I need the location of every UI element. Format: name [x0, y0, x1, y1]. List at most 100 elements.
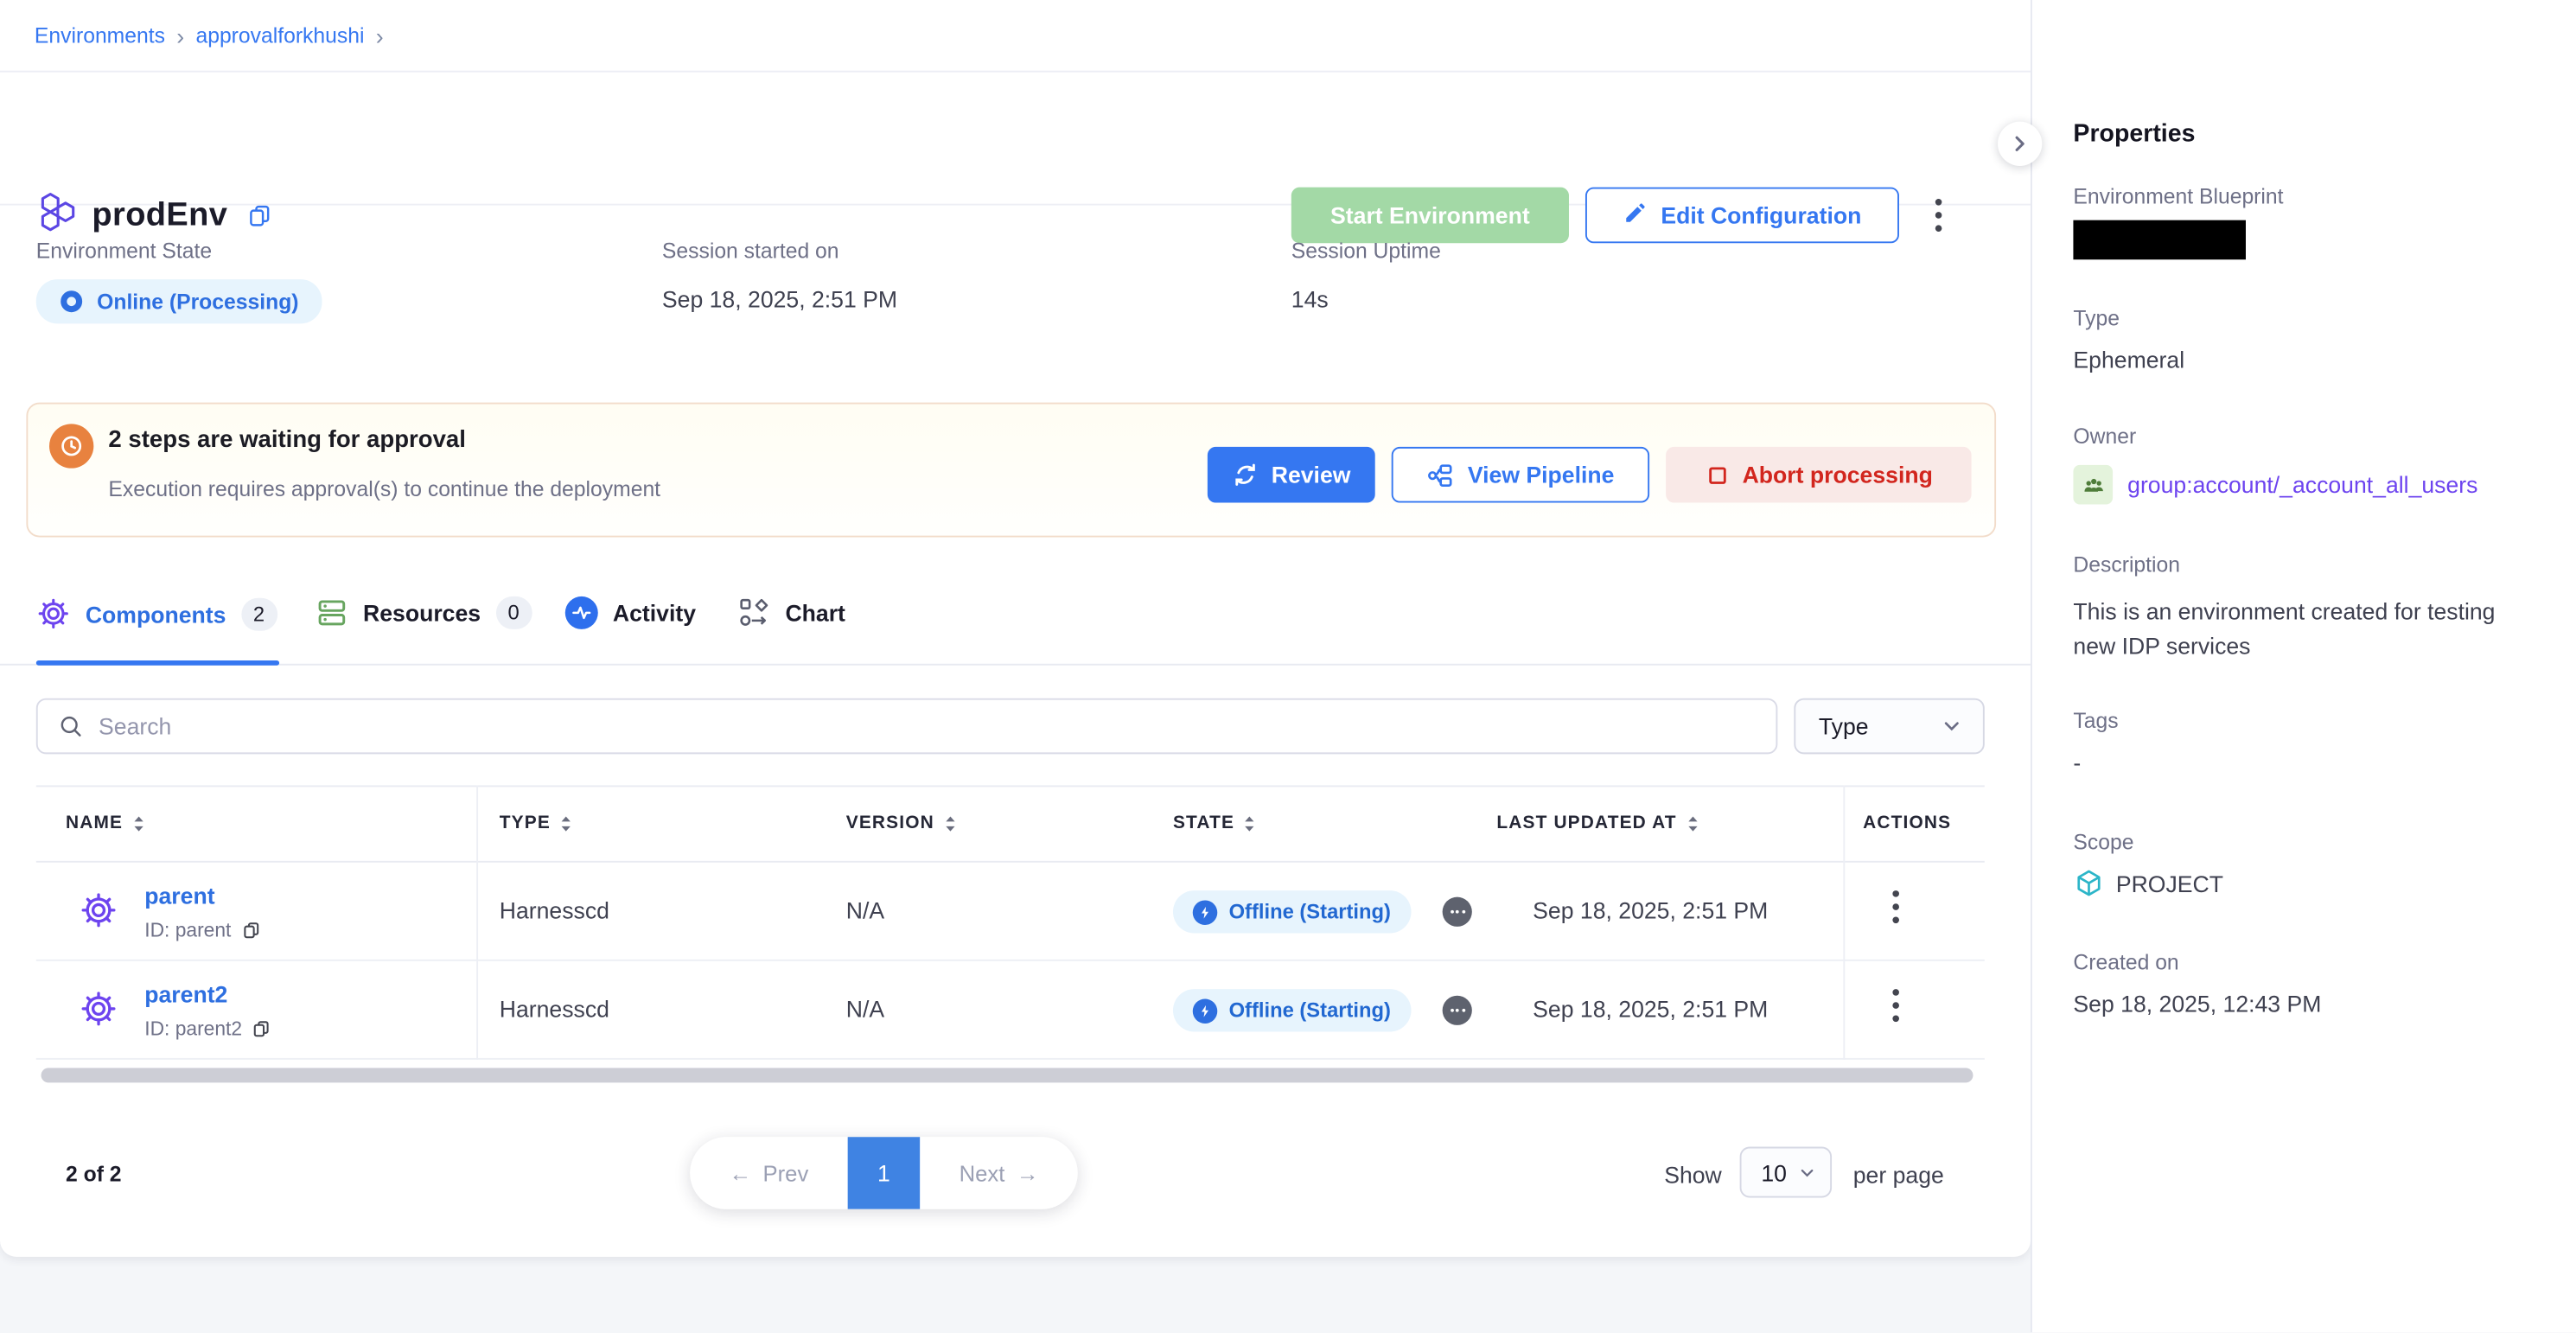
activity-pulse-icon — [565, 596, 598, 629]
session-started-value: Sep 18, 2025, 2:51 PM — [662, 286, 897, 312]
search-icon — [58, 713, 84, 739]
edit-configuration-label: Edit Configuration — [1661, 202, 1861, 228]
table-header-row: NAME TYPE VERSION STATE LAST UPDATED AT — [36, 785, 1985, 862]
environment-state-value: Online (Processing) — [97, 289, 298, 314]
column-label: TYPE — [500, 813, 551, 833]
page-header: prodEnv Start Environment Edit Configura… — [0, 73, 2031, 206]
column-header-state[interactable]: STATE — [1173, 813, 1258, 833]
header-more-options-button[interactable] — [1935, 199, 1942, 232]
tab-resources-label: Resources — [363, 600, 481, 626]
components-count-badge: 2 — [241, 597, 277, 630]
component-name-link[interactable]: parent2 — [144, 981, 227, 1007]
refresh-icon — [1232, 462, 1258, 488]
copy-title-icon[interactable] — [246, 202, 272, 228]
breadcrumb-separator-icon: › — [176, 22, 184, 48]
row-more-options-button[interactable] — [1892, 989, 1899, 1022]
properties-heading: Properties — [2073, 120, 2195, 148]
type-value: Ephemeral — [2073, 347, 2184, 373]
chevron-right-icon — [2007, 131, 2032, 156]
column-header-name[interactable]: NAME — [66, 813, 146, 833]
row-more-options-button[interactable] — [1892, 890, 1899, 923]
server-icon — [316, 596, 348, 629]
page-title: prodEnv — [92, 197, 227, 235]
breadcrumb-separator-icon: › — [376, 22, 384, 48]
gear-icon — [79, 890, 118, 938]
column-header-actions: ACTIONS — [1863, 813, 1951, 833]
column-header-last-updated[interactable]: LAST UPDATED AT — [1496, 813, 1699, 833]
type-filter-label: Type — [1819, 713, 1869, 739]
stop-square-icon — [1705, 462, 1730, 488]
search-box — [36, 698, 1778, 755]
prev-page-button[interactable]: ← Prev — [690, 1137, 847, 1209]
review-button[interactable]: Review — [1208, 447, 1375, 503]
component-name-link[interactable]: parent — [144, 883, 214, 909]
view-pipeline-button[interactable]: View Pipeline — [1392, 447, 1649, 503]
pagination-pill: ← Prev 1 Next → — [690, 1137, 1078, 1209]
column-header-type[interactable]: TYPE — [500, 813, 574, 833]
tab-activity-label: Activity — [613, 600, 696, 626]
tab-components[interactable]: Components 2 — [36, 596, 277, 631]
sort-icon — [131, 814, 146, 832]
abort-processing-label: Abort processing — [1743, 462, 1933, 488]
state-badge-label: Offline (Starting) — [1229, 999, 1391, 1023]
start-environment-button[interactable]: Start Environment — [1291, 188, 1569, 244]
tab-activity[interactable]: Activity — [565, 596, 696, 629]
session-started-label: Session started on — [662, 239, 839, 264]
pencil-icon — [1623, 201, 1648, 230]
type-filter-dropdown[interactable]: Type — [1794, 698, 1984, 755]
type-label: Type — [2073, 305, 2120, 330]
sort-icon — [1243, 814, 1258, 832]
workflow-icon — [737, 596, 770, 629]
owner-group-link[interactable]: group:account/_account_all_users — [2127, 471, 2477, 497]
column-header-version[interactable]: VERSION — [846, 813, 958, 833]
edit-configuration-button[interactable]: Edit Configuration — [1585, 188, 1899, 244]
copy-id-icon[interactable] — [241, 920, 261, 940]
component-version: N/A — [846, 996, 884, 1022]
copy-id-icon[interactable] — [252, 1018, 271, 1038]
group-icon — [2073, 465, 2113, 505]
properties-panel: Properties Environment Blueprint Type Ep… — [2031, 0, 2576, 1332]
show-label: Show — [1664, 1162, 1722, 1188]
tab-chart[interactable]: Chart — [737, 596, 845, 629]
breadcrumb-project[interactable]: approvalforkhushi — [195, 23, 364, 48]
session-uptime-value: 14s — [1291, 286, 1329, 312]
chevron-down-icon — [1797, 1163, 1817, 1183]
scope-value: PROJECT — [2116, 870, 2223, 896]
breadcrumb-environments[interactable]: Environments — [35, 23, 165, 48]
tab-chart-label: Chart — [785, 600, 845, 626]
state-badge-label: Offline (Starting) — [1229, 900, 1391, 923]
active-tab-indicator — [36, 660, 279, 666]
session-uptime-label: Session Uptime — [1291, 239, 1441, 264]
scope-label: Scope — [2073, 830, 2133, 855]
tab-resources[interactable]: Resources 0 — [316, 596, 532, 629]
next-page-button[interactable]: Next → — [920, 1137, 1077, 1209]
search-input[interactable] — [99, 713, 1757, 739]
page-size-value: 10 — [1761, 1159, 1787, 1185]
state-badge: Offline (Starting) — [1173, 890, 1411, 933]
component-id: ID: parent2 — [144, 1017, 271, 1040]
per-page-label: per page — [1853, 1162, 1944, 1188]
arrow-left-icon: ← — [730, 1161, 752, 1186]
pagination-summary: 2 of 2 — [66, 1162, 122, 1187]
environment-hexagon-icon — [36, 190, 79, 241]
lightning-icon — [1193, 900, 1218, 925]
column-label: LAST UPDATED AT — [1496, 813, 1676, 833]
tags-value: - — [2073, 749, 2081, 775]
horizontal-scrollbar[interactable] — [41, 1068, 1973, 1082]
gear-icon — [79, 989, 118, 1036]
page-size-dropdown[interactable]: 10 — [1740, 1147, 1832, 1198]
created-on-value: Sep 18, 2025, 12:43 PM — [2073, 991, 2321, 1017]
state-badge: Offline (Starting) — [1173, 989, 1411, 1031]
current-page-button[interactable]: 1 — [848, 1137, 921, 1209]
column-divider — [476, 785, 478, 1059]
approval-banner-subtitle: Execution requires approval(s) to contin… — [108, 476, 660, 501]
cube-icon — [2073, 867, 2104, 898]
scope-row: PROJECT — [2073, 867, 2223, 898]
tags-label: Tags — [2073, 708, 2118, 733]
abort-processing-button[interactable]: Abort processing — [1666, 447, 1971, 503]
blueprint-redacted-value — [2073, 220, 2246, 260]
collapse-panel-button[interactable] — [1998, 122, 2042, 166]
processing-ellipsis-icon — [1443, 897, 1472, 927]
environment-state-label: Environment State — [36, 239, 212, 264]
environment-details-page: Environments › approvalforkhushi › prodE… — [0, 0, 2576, 1332]
